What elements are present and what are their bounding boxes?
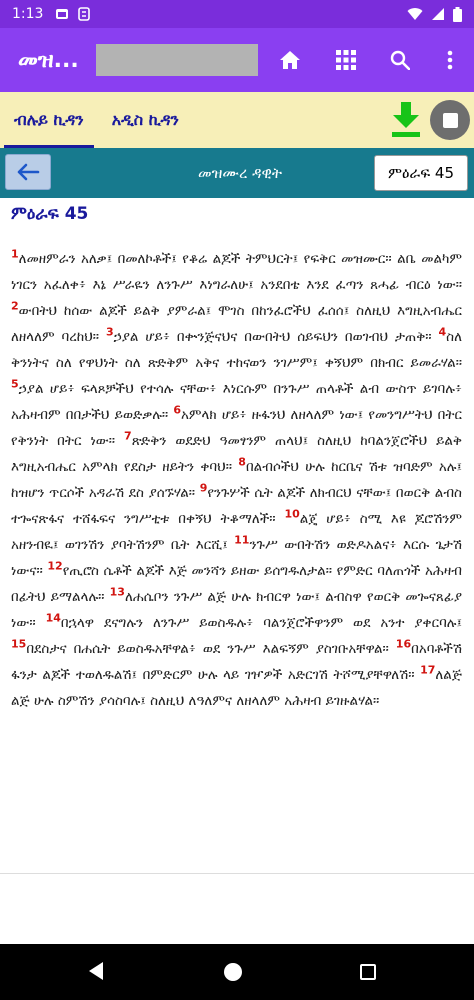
- download-button[interactable]: [390, 102, 422, 138]
- status-time: 1:13: [12, 6, 44, 22]
- arrow-left-icon: [17, 163, 40, 181]
- back-triangle-icon[interactable]: [88, 961, 104, 981]
- status-bar: 1:13: [0, 0, 474, 28]
- verse-number: 14: [45, 611, 61, 625]
- verse: ኃያል ሆይ፥ በቍንጅናህና በውበትህ ሰይፍህን በወገብህ ታጠቅ።: [113, 329, 432, 345]
- home-circle-icon[interactable]: [224, 963, 242, 981]
- recents-square-icon[interactable]: [360, 964, 376, 980]
- verse-number: 7: [124, 429, 132, 443]
- verse-number: 12: [47, 559, 63, 573]
- wifi-icon: [407, 8, 423, 20]
- verse-number: 10: [284, 507, 300, 521]
- book-nav-bar: መዝሙረ ዳዊት ምዕራፍ 45: [0, 148, 474, 198]
- verse: በደስታና በሐሴት ይወስዱአቸዋል፥ ወደ ንጉሥ እልፍኝም ያስገቡአቸ…: [26, 641, 389, 657]
- verse-number: 6: [173, 403, 182, 417]
- previous-button[interactable]: [5, 154, 51, 190]
- verse-number: 5: [11, 377, 19, 391]
- testament-tabs: ብሉይ ኪዳን አዲስ ኪዳን: [0, 92, 474, 148]
- book-title: መዝሙረ ዳዊት: [198, 164, 282, 182]
- search-field[interactable]: [96, 44, 258, 76]
- overflow-menu-icon: [447, 50, 453, 70]
- battery-icon: [453, 6, 462, 22]
- verse-number: 15: [11, 637, 27, 651]
- chapter-content[interactable]: ምዕራፍ 45 1ለመዘምራን አለቃ፤ በመለኮቶች፤ የቆሬ ልጆች ትምህ…: [0, 198, 474, 873]
- chapter-selector-button[interactable]: ምዕራፍ 45: [374, 155, 468, 191]
- system-nav-bar: [0, 944, 474, 1000]
- verse-number: 11: [234, 533, 250, 547]
- verse: በኋላዋ ደናግሉን ለንጉሥ ይወስዱሉ፥ ባልንጀሮችዋንም ወደ አንተ …: [60, 615, 462, 631]
- stop-button[interactable]: [430, 100, 470, 140]
- grid-icon: [336, 50, 356, 70]
- verse-number: 16: [395, 637, 412, 651]
- sync-icon: [78, 7, 91, 21]
- verse: ለመዘምራን አለቃ፤ በመለኮቶች፤ የቆሬ ልጆች ትምህርት፤ የፍቅር …: [11, 251, 462, 293]
- search-icon: [390, 50, 410, 70]
- tab-old-testament[interactable]: ብሉይ ኪዳን: [0, 92, 98, 148]
- content-divider: [0, 873, 474, 874]
- verse-number: 4: [438, 325, 447, 339]
- stop-icon: [442, 112, 458, 128]
- verse-number: 17: [420, 663, 436, 677]
- verse-text: 1ለመዘምራን አለቃ፤ በመለኮቶች፤ የቆሬ ልጆች ትምህርት፤ የፍቅር…: [11, 246, 462, 714]
- grid-button[interactable]: [330, 44, 362, 76]
- overflow-menu-button[interactable]: [434, 44, 466, 76]
- verse-number: 8: [238, 455, 246, 469]
- chapter-heading: ምዕራፍ 45: [11, 204, 89, 224]
- app-title: መዝ...: [18, 47, 79, 73]
- home-icon: [280, 51, 300, 69]
- verse-number: 2: [11, 299, 19, 313]
- signal-icon: [432, 8, 444, 20]
- tab-new-testament[interactable]: አዲስ ኪዳን: [98, 92, 193, 148]
- app-bar: መዝ...: [0, 28, 474, 92]
- verse-number: 3: [105, 325, 114, 339]
- search-button[interactable]: [384, 44, 416, 76]
- gallery-icon: [56, 9, 69, 19]
- download-icon: [392, 102, 420, 137]
- home-button[interactable]: [274, 44, 306, 76]
- verse-number: 13: [109, 585, 125, 599]
- verse-number: 1: [11, 247, 19, 261]
